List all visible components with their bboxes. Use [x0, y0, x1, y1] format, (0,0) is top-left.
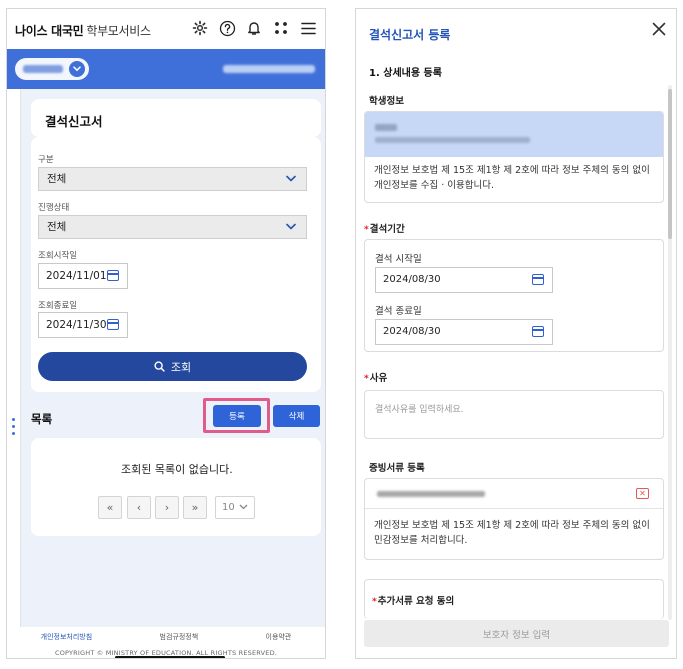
page-size-value: 10 — [222, 502, 235, 513]
side-drawer-handle[interactable] — [7, 89, 21, 627]
reason-placeholder: 결석사유를 입력하세요. — [375, 405, 464, 415]
privacy-policy-link[interactable]: 개인정보처리방침 — [41, 632, 93, 642]
status-label: 진행상태 — [38, 203, 70, 213]
email-policy-link[interactable]: 범검규정정책 — [160, 632, 199, 642]
search-button-label: 조회 — [170, 360, 192, 374]
remove-file-icon[interactable]: ✕ — [636, 488, 649, 499]
type-select-value: 전체 — [47, 173, 67, 185]
school-bar — [7, 49, 325, 89]
calendar-icon[interactable] — [107, 319, 119, 330]
last-page-button[interactable]: » — [183, 496, 207, 519]
calendar-icon[interactable] — [532, 274, 544, 285]
search-button[interactable]: 조회 — [38, 352, 307, 381]
header-icons — [191, 19, 317, 37]
period-start-value: 2024/08/30 — [383, 274, 441, 285]
prev-page-button[interactable]: ‹ — [127, 496, 151, 519]
brand-logo[interactable]: 나이스 대국민 학부모서비스 — [15, 22, 151, 39]
list-card: 조회된 목록이 없습니다. « ‹ › » 10 — [31, 438, 321, 536]
chevron-down-icon — [69, 61, 85, 77]
period-start-input[interactable]: 2024/08/30 — [375, 267, 553, 293]
register-button[interactable]: 등록 — [213, 405, 261, 427]
footer-links: 개인정보처리방침 범검규정정책 이용약관 — [7, 629, 325, 644]
student-info-redacted — [365, 112, 663, 157]
close-icon[interactable] — [652, 19, 666, 39]
guardian-info-button[interactable]: 보호자 정보 입력 — [364, 620, 669, 647]
chevron-down-icon — [286, 168, 296, 190]
next-page-button[interactable]: › — [155, 496, 179, 519]
student-info-box: 개인정보 보호법 제 15조 제1항 제 2호에 따라 정보 주체의 동의 없이… — [364, 111, 664, 203]
modal-title: 결석신고서 등록 — [369, 28, 451, 42]
attendance-list-screen: 나이스 대국민 학부모서비스 결석신고서 구분 전체 진행상태 전체 조회시작일… — [6, 8, 326, 659]
menu-icon[interactable] — [299, 19, 317, 37]
home-indicator — [115, 656, 225, 658]
chevron-down-icon — [239, 504, 248, 510]
period-start-label: 결석 시작일 — [375, 254, 422, 265]
period-label: 결석기간 — [364, 221, 405, 235]
period-end-label: 결석 종료일 — [375, 306, 422, 317]
reason-label: 사유 — [364, 370, 387, 384]
search-icon — [154, 361, 165, 372]
period-end-value: 2024/08/30 — [383, 326, 441, 337]
extra-docs-box: 추가서류 요청 동의 — [364, 579, 664, 619]
first-page-button[interactable]: « — [98, 496, 122, 519]
school-selector[interactable] — [15, 58, 89, 80]
apps-icon[interactable] — [272, 19, 290, 37]
docs-box: ✕ 개인정보 보호법 제 15조 제1항 제 2호에 따라 정보 주체의 동의 … — [364, 478, 664, 560]
student-privacy-notice: 개인정보 보호법 제 15조 제1항 제 2호에 따라 정보 주체의 동의 없이… — [374, 165, 650, 191]
student-info-label: 학생정보 — [369, 96, 404, 107]
filter-card: 구분 전체 진행상태 전체 조회시작일 2024/11/01 조회종료일 202… — [31, 137, 321, 392]
status-select[interactable]: 전체 — [38, 215, 307, 239]
delete-button[interactable]: 삭제 — [273, 405, 320, 427]
user-info-redacted — [223, 65, 315, 73]
end-date-label: 조회종료일 — [38, 301, 78, 311]
app-header: 나이스 대국민 학부모서비스 — [7, 9, 325, 49]
section-title: 1. 상세내용 등록 — [369, 68, 442, 79]
brand-main: 나이스 대국민 — [15, 24, 84, 38]
start-date-input[interactable]: 2024/11/01 — [38, 263, 128, 289]
scrollbar-thumb[interactable] — [668, 89, 672, 239]
period-end-input[interactable]: 2024/08/30 — [375, 319, 553, 345]
absence-register-modal: 결석신고서 등록 1. 상세내용 등록 학생정보 개인정보 보호법 제 15조 … — [355, 8, 677, 659]
page-title: 결석신고서 — [45, 114, 103, 129]
attached-file[interactable]: ✕ — [365, 479, 663, 509]
gear-icon[interactable] — [191, 19, 209, 37]
empty-message: 조회된 목록이 없습니다. — [121, 463, 233, 476]
end-date-value: 2024/11/30 — [46, 319, 107, 331]
calendar-icon[interactable] — [107, 270, 119, 281]
reason-textarea[interactable]: 결석사유를 입력하세요. — [364, 390, 664, 439]
chevron-down-icon — [286, 216, 296, 238]
docs-privacy-notice: 개인정보 보호법 제 15조 제1항 제 2호에 따라 정보 주체의 동의 없이… — [374, 520, 650, 546]
brand-sub: 학부모서비스 — [86, 24, 151, 38]
extra-docs-label: 추가서류 요청 동의 — [372, 593, 455, 607]
start-date-label: 조회시작일 — [38, 251, 78, 261]
page-size-select[interactable]: 10 — [215, 496, 255, 519]
status-select-value: 전체 — [47, 221, 67, 233]
period-box: 결석 시작일 2024/08/30 결석 종료일 2024/08/30 — [364, 239, 664, 352]
help-icon[interactable] — [218, 19, 236, 37]
type-select[interactable]: 전체 — [38, 167, 307, 191]
bell-icon[interactable] — [245, 19, 263, 37]
main-content: 결석신고서 구분 전체 진행상태 전체 조회시작일 2024/11/01 조회종… — [21, 89, 325, 627]
file-name-redacted — [377, 491, 485, 497]
type-label: 구분 — [38, 155, 54, 165]
more-vertical-icon[interactable] — [12, 418, 16, 435]
end-date-input[interactable]: 2024/11/30 — [38, 312, 128, 338]
start-date-value: 2024/11/01 — [46, 270, 107, 282]
title-card: 결석신고서 — [31, 99, 321, 137]
docs-label: 증빙서류 등록 — [369, 463, 425, 474]
list-title: 목록 — [31, 412, 53, 426]
terms-link[interactable]: 이용약관 — [266, 632, 292, 642]
calendar-icon[interactable] — [532, 326, 544, 337]
school-name-redacted — [23, 65, 63, 73]
